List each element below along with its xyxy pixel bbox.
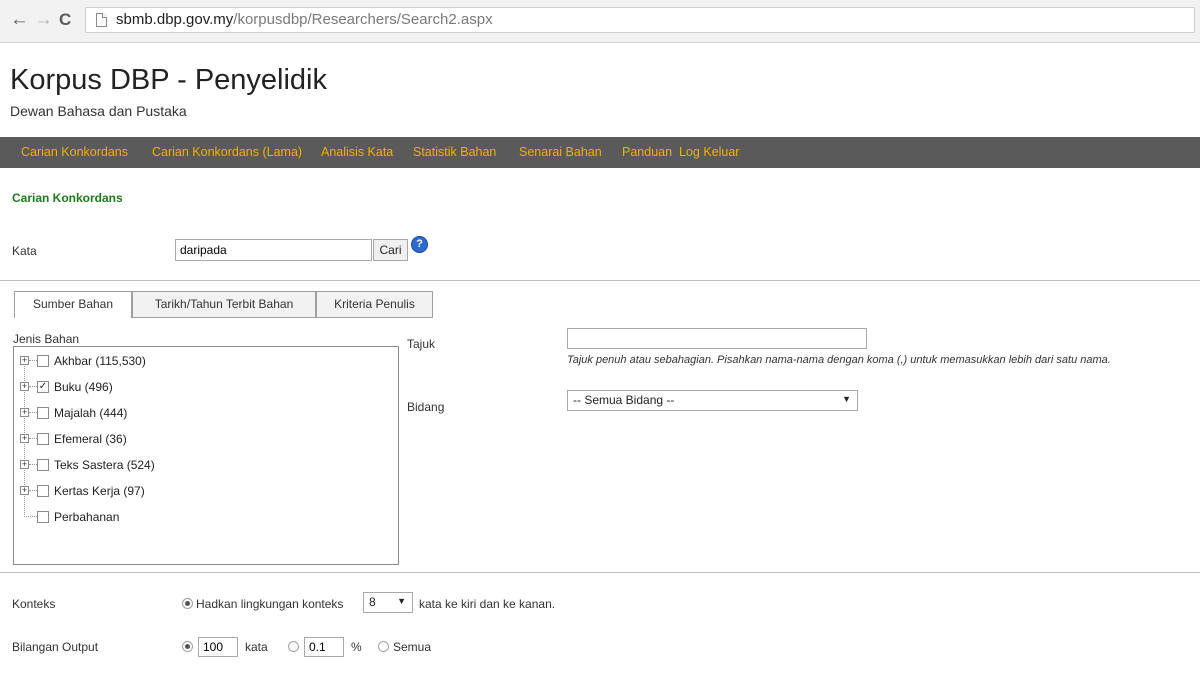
tree-item-label: Perbahanan — [54, 510, 120, 524]
tree-item-label: Majalah (444) — [54, 406, 128, 420]
dropdown-caret-icon: ▼ — [842, 394, 851, 404]
back-arrow-icon[interactable]: ← — [10, 9, 29, 31]
konteks-radio[interactable] — [182, 598, 193, 609]
tab-underline — [132, 317, 433, 318]
tab-tarikh-tahun[interactable]: Tarikh/Tahun Terbit Bahan — [132, 291, 316, 317]
output-percent-radio[interactable] — [288, 641, 299, 652]
tajuk-hint: Tajuk penuh atau sebahagian. Pisahkan na… — [567, 354, 1111, 366]
main-menu: Carian Konkordans Carian Konkordans (Lam… — [0, 137, 1200, 168]
tree-connector — [29, 412, 37, 413]
output-kata-radio[interactable] — [182, 641, 193, 652]
expand-icon[interactable]: + — [20, 486, 29, 495]
tree-item[interactable]: + Kertas Kerja (97) — [20, 483, 390, 499]
cari-button[interactable]: Cari — [373, 239, 408, 261]
tree-connector — [29, 490, 37, 491]
tree-connector — [24, 516, 37, 517]
output-semua-radio[interactable] — [378, 641, 389, 652]
konteks-selected-value: 8 — [369, 595, 376, 609]
checkbox[interactable] — [37, 433, 49, 445]
checkbox[interactable] — [37, 407, 49, 419]
divider — [0, 572, 1200, 573]
page-icon — [96, 13, 107, 27]
output-percent-input[interactable] — [304, 637, 344, 657]
url-path: /korpusdbp/Researchers/Search2.aspx — [233, 11, 493, 28]
tree-item[interactable]: + ✓ Buku (496) — [20, 379, 390, 395]
browser-toolbar: ← → C sbmb.dbp.gov.my/korpusdbp/Research… — [0, 0, 1200, 43]
url-host: sbmb.dbp.gov.my — [116, 11, 234, 28]
checkbox[interactable] — [37, 355, 49, 367]
dropdown-caret-icon: ▼ — [397, 596, 406, 606]
tree-item[interactable]: Perbahanan — [20, 509, 390, 525]
tree-connector — [29, 438, 37, 439]
tajuk-input[interactable] — [567, 328, 867, 349]
konteks-select[interactable]: 8 ▼ — [363, 592, 413, 613]
tajuk-label: Tajuk — [407, 337, 436, 351]
menu-senarai-bahan[interactable]: Senarai Bahan — [519, 145, 602, 159]
konteks-option-label: Hadkan lingkungan konteks — [196, 597, 344, 611]
checkbox[interactable] — [37, 459, 49, 471]
tree-item-label: Akhbar (115,530) — [54, 354, 146, 368]
page-title: Korpus DBP - Penyelidik — [10, 64, 328, 96]
checkbox[interactable] — [37, 511, 49, 523]
tree-connector — [29, 360, 37, 361]
kata-input[interactable] — [175, 239, 372, 261]
expand-icon[interactable]: + — [20, 382, 29, 391]
checkbox-checked[interactable]: ✓ — [37, 381, 49, 393]
expand-icon[interactable]: + — [20, 460, 29, 469]
tree-connector — [29, 386, 37, 387]
output-semua-label: Semua — [393, 640, 432, 654]
reload-icon[interactable]: C — [59, 9, 71, 31]
bidang-selected-value: -- Semua Bidang -- — [573, 393, 675, 407]
expand-icon[interactable]: + — [20, 408, 29, 417]
tree-item-label: Buku (496) — [54, 380, 113, 394]
menu-carian-konkordans[interactable]: Carian Konkordans — [21, 145, 128, 159]
expand-icon[interactable]: + — [20, 434, 29, 443]
tab-kriteria-penulis[interactable]: Kriteria Penulis — [316, 291, 433, 317]
checkbox[interactable] — [37, 485, 49, 497]
tree-item[interactable]: + Efemeral (36) — [20, 431, 390, 447]
tree-item[interactable]: + Teks Sastera (524) — [20, 457, 390, 473]
tree-item-label: Teks Sastera (524) — [54, 458, 155, 472]
menu-statistik-bahan[interactable]: Statistik Bahan — [413, 145, 496, 159]
jenis-bahan-tree: + Akhbar (115,530) + ✓ Buku (496) + Maja… — [13, 346, 399, 565]
address-bar[interactable]: sbmb.dbp.gov.my/korpusdbp/Researchers/Se… — [85, 7, 1195, 33]
bidang-label: Bidang — [407, 400, 445, 414]
output-kata-unit: kata — [245, 640, 268, 654]
menu-panduan[interactable]: Panduan — [622, 145, 672, 159]
jenis-bahan-label: Jenis Bahan — [13, 332, 80, 346]
page-subtitle: Dewan Bahasa dan Pustaka — [10, 103, 187, 119]
output-percent-unit: % — [351, 640, 362, 654]
tree-connector — [29, 464, 37, 465]
output-kata-input[interactable] — [198, 637, 238, 657]
tree-item[interactable]: + Akhbar (115,530) — [20, 353, 390, 369]
section-title: Carian Konkordans — [12, 191, 123, 205]
tree-item-label: Efemeral (36) — [54, 432, 127, 446]
bidang-select[interactable]: -- Semua Bidang -- ▼ — [567, 390, 858, 411]
forward-arrow-icon[interactable]: → — [34, 9, 53, 31]
bilangan-output-label: Bilangan Output — [12, 640, 99, 654]
menu-carian-konkordans-lama[interactable]: Carian Konkordans (Lama) — [152, 145, 302, 159]
tree-item-label: Kertas Kerja (97) — [54, 484, 145, 498]
menu-analisis-kata[interactable]: Analisis Kata — [321, 145, 393, 159]
menu-log-keluar[interactable]: Log Keluar — [679, 145, 739, 159]
help-icon[interactable]: ? — [411, 236, 428, 253]
tree-item[interactable]: + Majalah (444) — [20, 405, 390, 421]
divider — [0, 280, 1200, 281]
konteks-label: Konteks — [12, 597, 56, 611]
tab-sumber-bahan[interactable]: Sumber Bahan — [14, 291, 132, 318]
kata-label: Kata — [12, 244, 37, 258]
konteks-suffix: kata ke kiri dan ke kanan. — [419, 597, 556, 611]
expand-icon[interactable]: + — [20, 356, 29, 365]
url-text: sbmb.dbp.gov.my/korpusdbp/Researchers/Se… — [116, 11, 493, 29]
